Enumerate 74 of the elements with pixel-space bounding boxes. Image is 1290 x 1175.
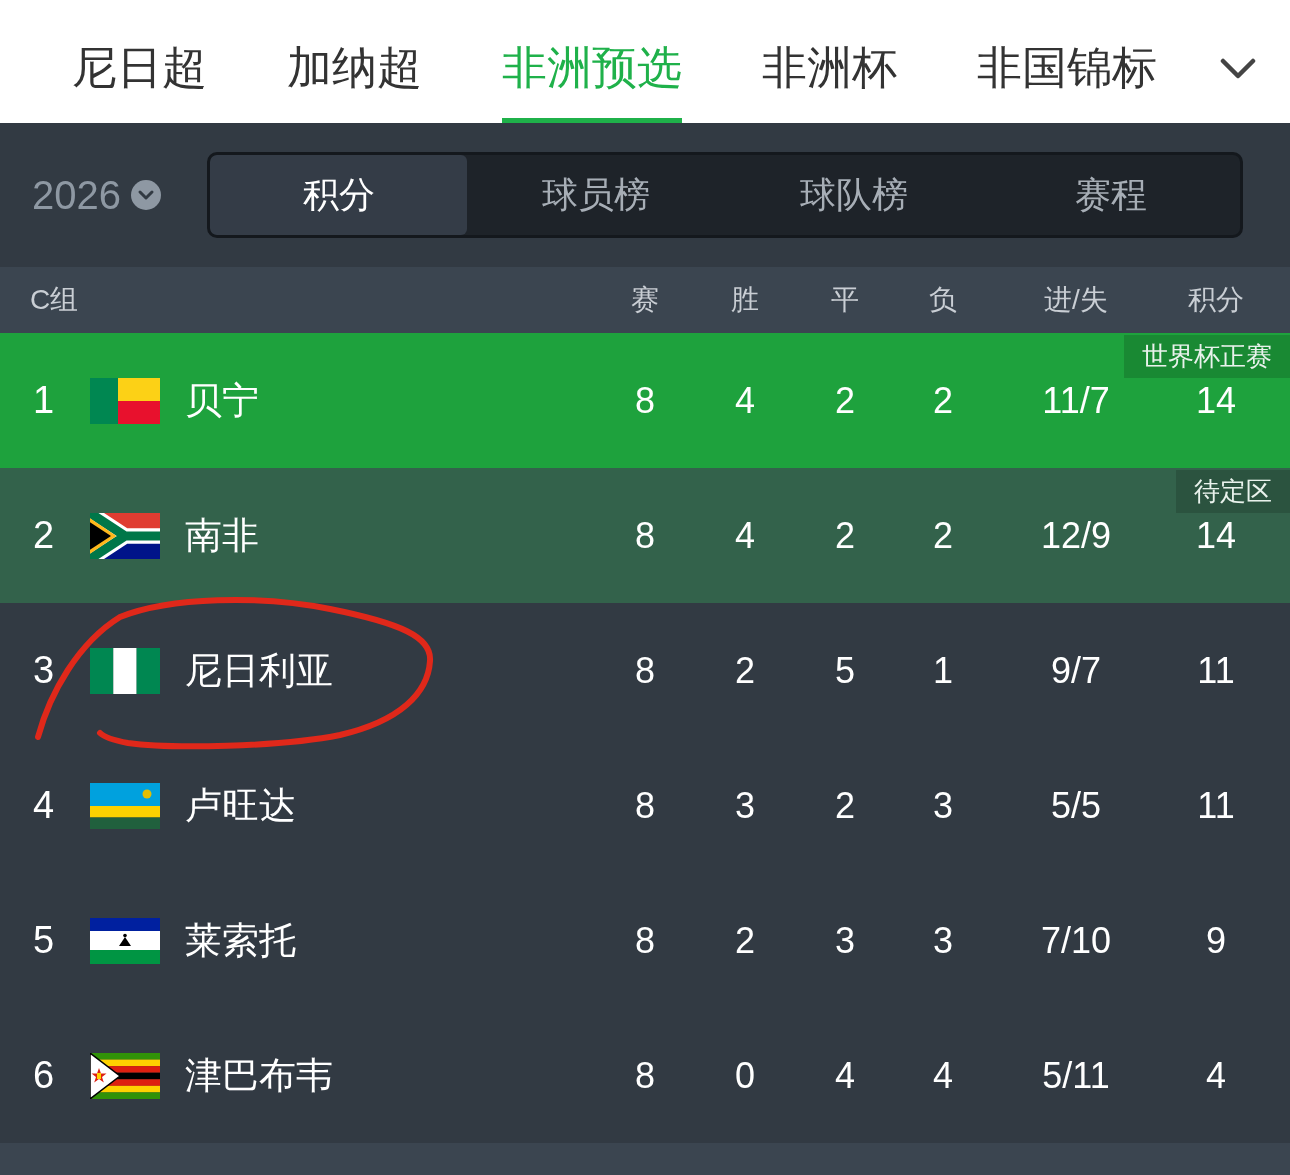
stat-cell: 2 (933, 379, 953, 422)
team-name: 贝宁 (185, 378, 259, 423)
stat-cell: 2 (835, 379, 855, 422)
lesotho-flag-icon (90, 917, 160, 964)
stat-cell: 2 (933, 514, 953, 557)
stat-cell: 8 (635, 379, 655, 422)
stat-cell: 2 (835, 514, 855, 557)
zimbabwe-flag-icon (90, 1052, 160, 1099)
rank-number: 1 (33, 379, 55, 422)
stat-cell: 2 (735, 919, 755, 962)
team-name: 南非 (185, 513, 259, 558)
stat-cell: 3 (933, 919, 953, 962)
stat-cell: 12/9 (1040, 514, 1112, 557)
stat-cell: 4 (835, 1054, 855, 1097)
zone-badge: 世界杯正赛 (1124, 335, 1290, 378)
stat-cell: 14 (1195, 514, 1236, 557)
stat-cell: 0 (735, 1054, 755, 1097)
stat-cell: 4 (735, 514, 755, 557)
stat-cell: 1 (933, 649, 953, 692)
stat-cell: 3 (735, 784, 755, 827)
stat-cell: 11 (1197, 784, 1235, 827)
team-name: 津巴布韦 (185, 1053, 333, 1098)
stat-cell: 8 (635, 514, 655, 557)
rank-number: 2 (33, 514, 55, 557)
team-name: 卢旺达 (185, 783, 296, 828)
team-name: 尼日利亚 (185, 648, 333, 693)
south-africa-flag-icon (90, 512, 160, 559)
nigeria-flag-icon (90, 647, 160, 694)
column-header: 负 (929, 283, 957, 317)
rank-number: 3 (33, 649, 55, 692)
chevron-down-circle-icon[interactable] (131, 180, 161, 210)
benin-flag-icon (90, 377, 160, 424)
stat-cell: 8 (635, 649, 655, 692)
stat-cell: 5 (835, 649, 855, 692)
column-header: 胜 (731, 283, 759, 317)
rank-number: 4 (33, 784, 55, 827)
view-tab[interactable]: 球队榜 (725, 155, 983, 235)
stat-cell: 8 (635, 784, 655, 827)
stat-cell: 5/11 (1042, 1054, 1110, 1097)
stat-cell: 2 (835, 784, 855, 827)
view-tab[interactable]: 球员榜 (467, 155, 725, 235)
stat-cell: 5/5 (1050, 784, 1101, 827)
stat-cell: 7/10 (1040, 919, 1112, 962)
stat-cell: 4 (735, 379, 755, 422)
column-header: 积分 (1188, 283, 1244, 317)
team-name: 莱索托 (185, 918, 296, 963)
column-header: 进/失 (1044, 283, 1108, 317)
view-tab[interactable]: 积分 (210, 155, 468, 235)
column-header: 赛 (631, 283, 659, 317)
season-dropdown[interactable]: 2026 (32, 172, 161, 218)
rank-number: 5 (33, 919, 55, 962)
stat-cell: 4 (933, 1054, 953, 1097)
league-tab[interactable]: 非国锦标 (977, 42, 1157, 123)
stat-cell: 9 (1206, 919, 1226, 962)
stat-cell: 11/7 (1042, 379, 1110, 422)
stat-cell: 8 (635, 919, 655, 962)
stat-cell: 9/7 (1050, 649, 1101, 692)
rwanda-flag-icon (90, 782, 160, 829)
stat-cell: 14 (1195, 379, 1236, 422)
stat-cell: 8 (635, 1054, 655, 1097)
group-label: C组 (30, 283, 79, 317)
league-tab[interactable]: 非洲杯 (762, 42, 897, 123)
chevron-down-icon[interactable] (1220, 58, 1256, 80)
league-tab[interactable]: 加纳超 (287, 42, 422, 123)
league-tab[interactable]: 尼日超 (72, 42, 207, 123)
rank-number: 6 (33, 1054, 55, 1097)
column-header: 平 (831, 283, 859, 317)
stat-cell: 11 (1197, 649, 1235, 692)
stat-cell: 3 (835, 919, 855, 962)
view-tab[interactable]: 赛程 (982, 155, 1240, 235)
stat-cell: 2 (735, 649, 755, 692)
stat-cell: 3 (933, 784, 953, 827)
stat-cell: 4 (1206, 1054, 1226, 1097)
zone-badge: 待定区 (1176, 470, 1290, 513)
